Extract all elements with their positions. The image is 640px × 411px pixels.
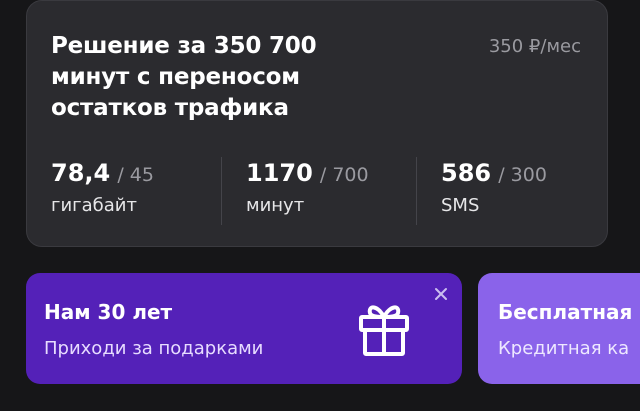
close-icon[interactable]: [432, 285, 450, 303]
tariff-title-line: минут с переносом: [51, 64, 300, 90]
promo-title: Нам 30 лет: [44, 300, 173, 324]
tariff-title-line: остатков трафика: [51, 95, 289, 121]
stat-limit: / 300: [498, 164, 547, 186]
divider: [416, 157, 417, 225]
stat-used: 78,4: [51, 159, 111, 187]
tariff-title: Решение за 350 700 минут с переносом ост…: [51, 31, 361, 124]
stat-unit: минут: [246, 195, 305, 216]
divider: [221, 157, 222, 225]
stat-value: 586 / 300: [441, 157, 547, 189]
promo-card-credit[interactable]: Бесплатная Кредитная ка: [478, 273, 640, 384]
stat-sms: 586 / 300 SMS: [441, 157, 547, 225]
screen: Решение за 350 700 минут с переносом ост…: [0, 0, 640, 411]
stat-value: 1170 / 700: [246, 157, 369, 189]
promo-subtitle: Приходи за подарками: [44, 338, 264, 359]
promo-title: Бесплатная: [498, 300, 633, 324]
usage-stats: 78,4 / 45 гигабайт 1170 / 700 минут 586 …: [27, 157, 609, 225]
stat-used: 1170: [246, 159, 313, 187]
tariff-card[interactable]: Решение за 350 700 минут с переносом ост…: [26, 0, 608, 247]
stat-unit: SMS: [441, 195, 480, 216]
stat-data: 78,4 / 45 гигабайт: [51, 157, 154, 225]
stat-value: 78,4 / 45: [51, 157, 154, 189]
promo-subtitle: Кредитная ка: [498, 338, 630, 359]
stat-unit: гигабайт: [51, 195, 137, 216]
tariff-title-line: Решение за 350 700: [51, 33, 317, 59]
stat-minutes: 1170 / 700 минут: [246, 157, 369, 225]
tariff-price: 350 ₽/мес: [488, 36, 581, 57]
promo-card-anniversary[interactable]: Нам 30 лет Приходи за подарками: [26, 273, 462, 384]
gift-icon: [356, 299, 412, 359]
stat-limit: / 45: [117, 164, 154, 186]
stat-used: 586: [441, 159, 492, 187]
stat-limit: / 700: [319, 164, 369, 186]
